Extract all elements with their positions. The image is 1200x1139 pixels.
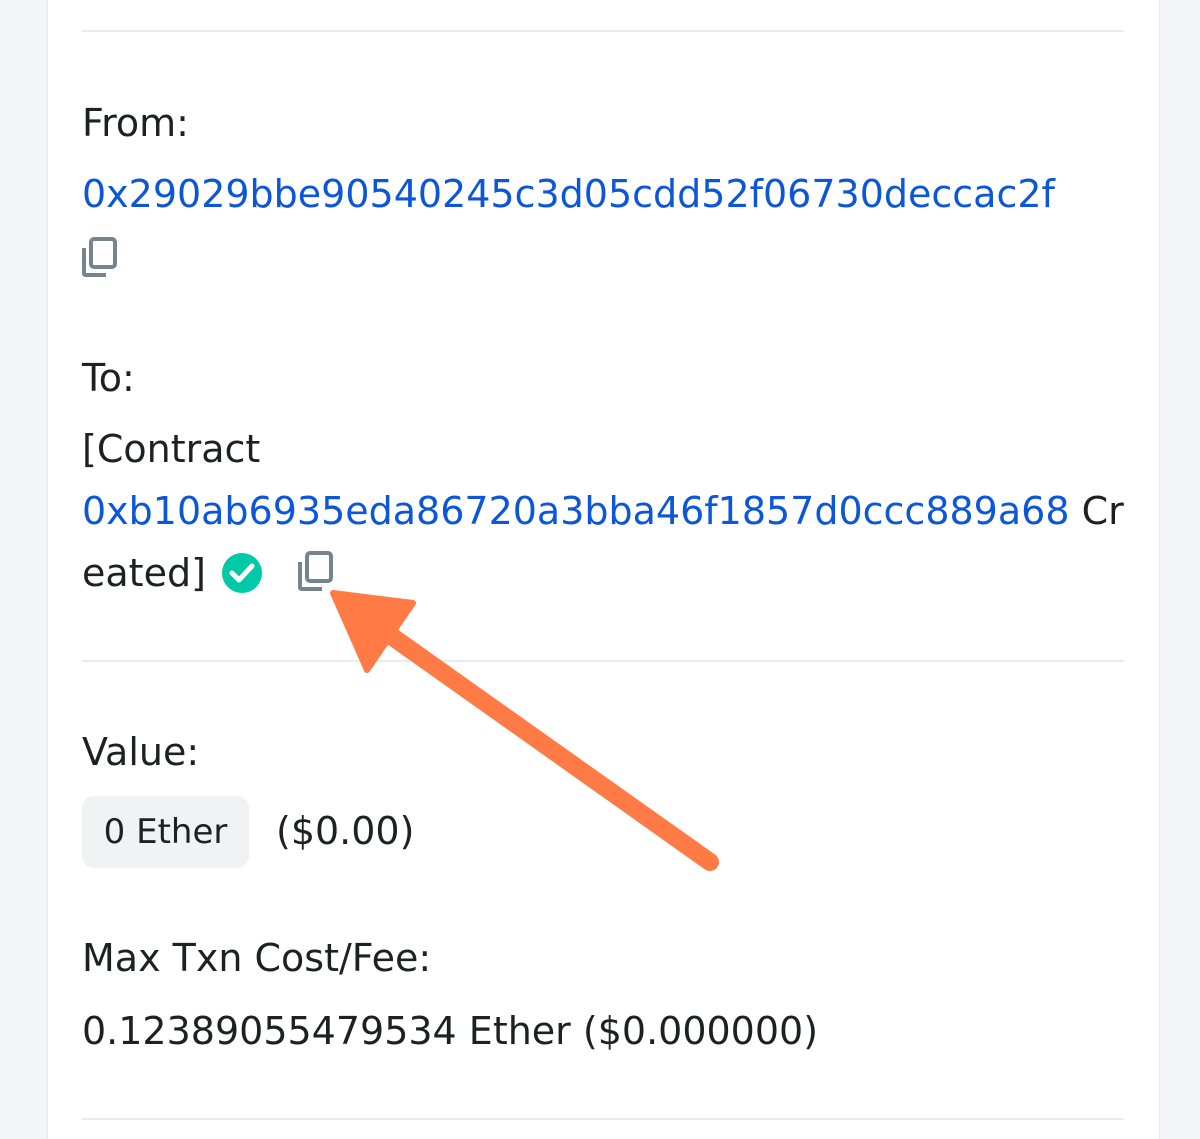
to-contract-address-link[interactable]: 0xb10ab6935eda86720a3bba46f1857d0ccc889a… <box>82 489 1070 533</box>
value-usd: ($0.00) <box>276 809 415 853</box>
to-contract-suffix-row: eated] <box>82 542 206 604</box>
from-address-link[interactable]: 0x29029bbe90540245c3d05cdd52f06730deccac… <box>82 172 1055 216</box>
from-label: From: <box>82 101 189 145</box>
to-contract-suffix-end: eated] <box>82 551 206 595</box>
to-address-row: 0xb10ab6935eda86720a3bba46f1857d0ccc889a… <box>82 480 1124 542</box>
to-contract-suffix-start: Cr <box>1069 489 1124 533</box>
value-amount-badge: 0 Ether <box>82 796 249 868</box>
divider-bottom <box>82 1118 1124 1120</box>
copy-icon[interactable] <box>80 236 120 278</box>
divider-top <box>82 30 1124 32</box>
fee-label: Max Txn Cost/Fee: <box>82 936 432 980</box>
fee-amount: 0.12389055479534 Ether ($0.000000) <box>82 1009 819 1053</box>
copy-icon[interactable] <box>296 550 336 592</box>
to-label: To: <box>82 356 135 400</box>
to-contract-prefix: [Contract <box>82 427 261 471</box>
from-address-row: 0x29029bbe90540245c3d05cdd52f06730deccac… <box>82 163 1055 225</box>
value-label: Value: <box>82 730 200 774</box>
divider-middle <box>82 660 1124 662</box>
check-circle-icon <box>221 552 263 594</box>
